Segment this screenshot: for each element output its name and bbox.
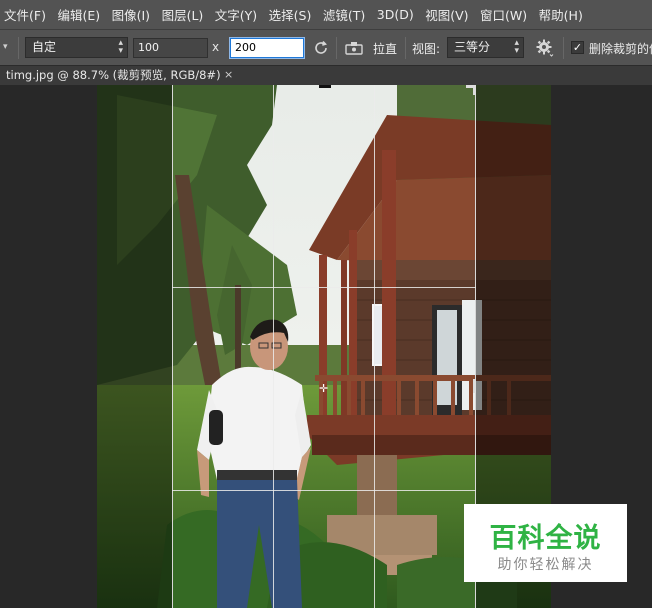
ratio-select-value: 自定 bbox=[32, 40, 57, 54]
delete-cropped-checkbox[interactable]: ✓ bbox=[571, 41, 584, 54]
crop-grid-line-vertical bbox=[273, 85, 274, 608]
crop-grid-line-vertical bbox=[374, 85, 375, 608]
dimension-x-label: x bbox=[212, 40, 220, 54]
rotate-icon[interactable] bbox=[312, 39, 330, 57]
menu-select[interactable]: 选择(S) bbox=[269, 5, 312, 24]
view-label: 视图: bbox=[412, 42, 441, 56]
separator bbox=[563, 37, 564, 59]
menu-filter[interactable]: 滤镜(T) bbox=[323, 5, 365, 24]
menu-bar: 文件(F) 编辑(E) 图像(I) 图层(L) 文字(Y) 选择(S) 滤镜(T… bbox=[0, 0, 652, 29]
document-tab-bar: timg.jpg @ 88.7% (裁剪预览, RGB/8#) × bbox=[0, 66, 652, 85]
crop-width-input[interactable]: 100 bbox=[133, 38, 208, 58]
ratio-select[interactable]: 自定 ▴ ▾ bbox=[25, 37, 128, 58]
crop-handle-top-right[interactable] bbox=[473, 85, 476, 95]
overlay-view-value: 三等分 bbox=[454, 40, 491, 54]
crop-handle-right[interactable] bbox=[473, 379, 476, 393]
crop-box[interactable] bbox=[172, 85, 476, 608]
menu-3d[interactable]: 3D(D) bbox=[377, 7, 414, 22]
close-icon[interactable]: × bbox=[224, 66, 233, 84]
canvas-area[interactable]: ✛ 百科全说 助你轻松解决 bbox=[0, 85, 652, 608]
crop-height-input[interactable]: 200 bbox=[230, 38, 304, 58]
menu-layer[interactable]: 图层(L) bbox=[162, 5, 204, 24]
crop-grid-line-horizontal bbox=[172, 287, 476, 288]
updown-arrows-icon: ▴ ▾ bbox=[118, 38, 123, 56]
menu-edit[interactable]: 编辑(E) bbox=[57, 5, 100, 24]
watermark-logo: 百科全说 助你轻松解决 bbox=[464, 504, 627, 582]
gear-icon[interactable] bbox=[535, 39, 555, 57]
watermark-title: 百科全说 bbox=[489, 523, 602, 554]
separator bbox=[405, 37, 406, 59]
crosshair-icon: ✛ bbox=[319, 382, 329, 395]
crop-grid-line-horizontal bbox=[172, 490, 476, 491]
crop-shield-left bbox=[97, 85, 172, 608]
straighten-button[interactable]: 拉直 bbox=[373, 40, 397, 57]
level-icon[interactable] bbox=[344, 39, 364, 57]
tool-preset-chevron-icon[interactable]: ▾ bbox=[3, 42, 15, 54]
watermark-subtitle: 助你轻松解决 bbox=[497, 557, 594, 573]
separator bbox=[18, 37, 19, 59]
delete-cropped-label: 删除裁剪的像 bbox=[589, 42, 652, 56]
options-bar: ▾ 自定 ▴ ▾ 100 x 200 拉直 视图: 三等分 ▴ ▾ ✓ 删除裁剪… bbox=[0, 29, 652, 98]
document-tab-title: timg.jpg @ 88.7% (裁剪预览, RGB/8#) bbox=[6, 68, 221, 82]
updown-arrows-icon: ▴ ▾ bbox=[514, 38, 519, 56]
menu-help[interactable]: 帮助(H) bbox=[539, 5, 583, 24]
overlay-view-select[interactable]: 三等分 ▴ ▾ bbox=[447, 37, 524, 58]
menu-image[interactable]: 图像(I) bbox=[112, 5, 150, 24]
menu-file[interactable]: 文件(F) bbox=[4, 5, 46, 24]
separator bbox=[336, 37, 337, 59]
document-tab[interactable]: timg.jpg @ 88.7% (裁剪预览, RGB/8#) bbox=[0, 66, 238, 85]
menu-window[interactable]: 窗口(W) bbox=[480, 5, 527, 24]
crop-handle-top[interactable] bbox=[319, 85, 331, 88]
menu-type[interactable]: 文字(Y) bbox=[215, 5, 257, 24]
menu-view[interactable]: 视图(V) bbox=[425, 5, 468, 24]
